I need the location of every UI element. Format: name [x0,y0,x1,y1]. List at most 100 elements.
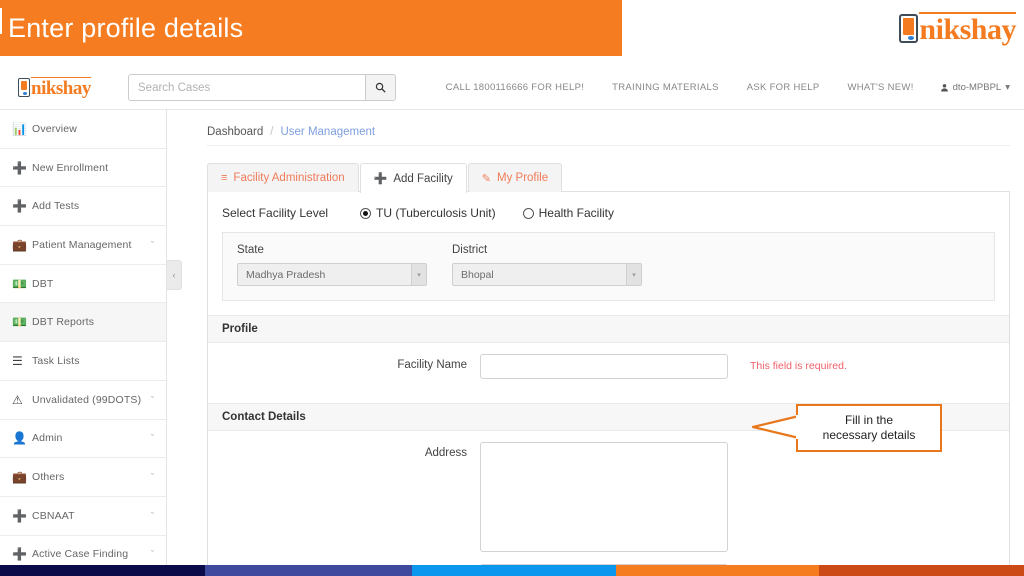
top-navbar: nikshay CALL 1800116666 FOR HELP! TRAINI… [0,66,1024,110]
sidebar-item-icon: ➕ [12,160,27,175]
tab-icon: ≡ [221,172,228,184]
breadcrumb-user-management[interactable]: User Management [280,126,375,138]
callout-box: Fill in the necessary details [751,404,942,452]
sidebar-item-label: Admin [32,432,63,445]
search-button[interactable] [365,74,396,101]
search-group [128,74,396,101]
sidebar-item-icon: ☰ [12,353,23,368]
tab-facility-administration[interactable]: ≡ Facility Administration [207,163,359,192]
tab-icon: ✎ [481,172,491,185]
nikshay-logo-navbar[interactable]: nikshay [0,77,128,98]
screenshot-root: Enter profile details nikshay .. . . . .… [0,0,1024,576]
facility-level-row: Select Facility Level TU (Tuberculosis U… [208,192,1009,232]
sidebar-item-icon: 💼 [12,470,27,485]
sidebar-item-cbnaat[interactable]: ➕ CBNAAT ˇ [0,497,166,536]
sidebar-item-icon: ➕ [12,199,27,214]
callout-line-1: Fill in the [844,413,894,427]
breadcrumb: Dashboard / User Management [207,118,1010,146]
sidebar-item-label: New Enrollment [32,161,109,174]
sidebar-collapse-toggle[interactable]: ‹ [167,260,182,290]
nav-link-whats-new[interactable]: WHAT'S NEW! [833,82,927,93]
page-title: Enter profile details [8,12,244,43]
sidebar-item-add-tests[interactable]: ➕ Add Tests [0,187,166,227]
nav-link-call-help[interactable]: CALL 1800116666 FOR HELP! [432,82,598,93]
state-select[interactable]: Madhya Pradesh ▾ [237,263,427,286]
search-icon [375,82,386,93]
sidebar-item-new-enrollment[interactable]: ➕ New Enrollment [0,149,166,188]
chevron-down-icon: ˇ [151,433,154,444]
chevron-down-icon: ˇ [151,394,154,405]
sidebar-item-icon: ➕ [12,547,27,562]
address-textarea[interactable] [480,442,728,552]
slide-banner: Enter profile details [0,0,622,56]
strip-segment-3 [616,565,819,576]
sidebar-item-label: DBT Reports [32,316,95,329]
bottom-color-strip [0,565,1024,576]
callout-line-2: necessary details [822,428,916,442]
breadcrumb-dashboard[interactable]: Dashboard [207,126,263,138]
strip-segment-4 [819,565,1024,576]
sidebar-item-label: Task Lists [32,354,80,367]
sidebar-item-label: CBNAAT [32,509,75,522]
sidebar-item-icon: 💵 [12,315,27,330]
district-field: District Bhopal ▾ [452,244,642,286]
user-menu[interactable]: dto-MPBPL ▾ [928,82,1010,93]
radio-health-facility-label: Health Facility [538,206,614,220]
tab-my-profile[interactable]: ✎ My Profile [467,163,563,192]
sidebar-item-icon: 📊 [12,121,27,136]
sidebar-item-icon: 👤 [12,431,27,446]
sidebar-item-icon: 💼 [12,237,27,252]
sidebar-item-dbt[interactable]: 💵 DBT [0,265,166,304]
district-select[interactable]: Bhopal ▾ [452,263,642,286]
location-subpanel: State Madhya Pradesh ▾ District Bhopal ▾ [222,232,995,301]
sidebar-item-others[interactable]: 💼 Others ˇ [0,458,166,497]
sidebar-item-label: Add Tests [32,200,80,213]
facility-name-input[interactable] [480,354,728,379]
chevron-down-icon: ▾ [1005,82,1010,93]
address-label: Address [424,447,467,459]
facility-level-label: Select Facility Level [222,206,329,220]
chevron-down-icon: ˇ [151,549,154,560]
radio-option-tu[interactable]: TU (Tuberculosis Unit) [360,206,496,220]
facility-name-error: This field is required. [750,360,847,372]
chevron-down-icon: ▾ [626,264,641,285]
state-field: State Madhya Pradesh ▾ [237,244,427,286]
sidebar-item-label: Patient Management [32,238,132,251]
nikshay-wordmark: nikshay [919,11,1016,46]
callout-arrow-icon [751,414,800,440]
district-select-value: Bhopal [461,268,494,281]
callout-arrow-icon [0,8,2,34]
navbar-links: CALL 1800116666 FOR HELP! TRAINING MATER… [432,82,1024,93]
state-label: State [237,244,264,256]
user-menu-label: dto-MPBPL [952,82,1002,93]
tab-icon: ➕ [373,173,388,185]
sidebar-item-label: Others [32,471,65,484]
sidebar-item-dbt-reports[interactable]: 💵 DBT Reports [0,303,166,343]
radio-tu-label: TU (Tuberculosis Unit) [376,206,496,220]
radio-option-health-facility[interactable]: Health Facility [522,206,614,220]
chevron-down-icon: ˇ [151,239,154,250]
sidebar-item-task-lists[interactable]: ☰ Task Lists [0,342,166,381]
sidebar-item-admin[interactable]: 👤 Admin ˇ [0,420,166,459]
sidebar-item-label: Unvalidated (99DOTS) [32,393,142,406]
sidebar-item-icon: ➕ [12,508,27,523]
sidebar-item-patient-management[interactable]: 💼 Patient Management ˇ [0,226,166,265]
sidebar-item-overview[interactable]: 📊 Overview [0,110,166,149]
facility-name-label: Facility Name [397,359,467,371]
tab-add-facility[interactable]: ➕ Add Facility [359,163,467,193]
phone-icon [18,78,30,97]
search-input[interactable] [128,74,365,101]
breadcrumb-separator: / [270,125,274,138]
profile-section-header: Profile [208,315,1009,343]
sidebar-item-unvalidated-99dots[interactable]: ⚠ Unvalidated (99DOTS) ˇ [0,381,166,420]
sidebar-item-label: Overview [32,122,77,135]
sidebar-item-icon: 💵 [12,276,27,291]
nav-link-ask-for-help[interactable]: ASK FOR HELP [733,82,834,93]
facility-name-row: Facility Name This field is required. [208,343,1009,389]
radio-health-facility-icon [522,207,534,219]
nav-link-training-materials[interactable]: TRAINING MATERIALS [598,82,733,93]
navbar-brand-label: nikshay [31,77,91,99]
chevron-down-icon: ˇ [151,510,154,521]
strip-segment-2 [412,565,616,576]
strip-segment-0 [0,565,205,576]
